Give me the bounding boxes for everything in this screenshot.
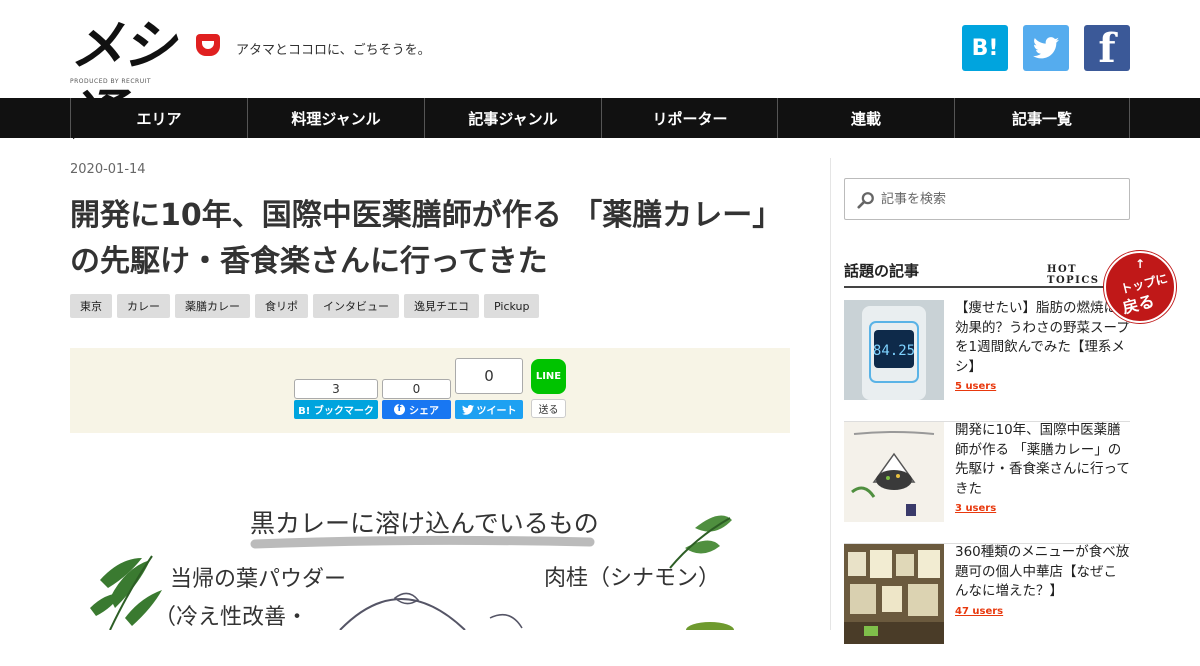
popular-item-users[interactable]: 47 users (955, 602, 1130, 622)
column-divider (830, 158, 831, 630)
tag-pickup[interactable]: Pickup (484, 294, 540, 318)
nav-item-series[interactable]: 連載 (777, 98, 954, 138)
site-logo[interactable]: メシ通 PRODUCED BY RECRUIT (70, 10, 222, 147)
popular-item-text: 開発に10年、国際中医薬膳師が作る 「薬膳カレー」の先駆け・香食楽さんに行ってき… (955, 421, 1130, 519)
curry-thumbnail (844, 422, 944, 522)
hatena-share-button[interactable]: B! ブックマーク (294, 400, 378, 419)
popular-title: 話題の記事 (844, 262, 920, 280)
hatena-bookmark-icon[interactable]: B! (962, 25, 1008, 71)
article-illustration: 黒カレーに溶け込んでいるもの 当帰の葉パウダー （冷え性改善・ 肉桂（シナモン） (70, 468, 790, 630)
twitter-count: 0 (455, 358, 523, 394)
popular-divider (844, 286, 1130, 288)
nav-item-article-list[interactable]: 記事一覧 (954, 98, 1130, 138)
popular-thumb-chinese[interactable] (844, 544, 944, 644)
article-title: 開発に10年、国際中医薬膳師が作る 「薬膳カレー」の先駆け・香食楽さんに行ってき… (70, 198, 783, 279)
illustration-left-label: 当帰の葉パウダー (170, 567, 347, 592)
tag-yakuzen-curry[interactable]: 薬膳カレー (175, 294, 250, 318)
nav-item-area[interactable]: エリア (70, 98, 247, 138)
illustration-left-label-2: （冷え性改善・ (154, 605, 309, 630)
popular-item-title[interactable]: 開発に10年、国際中医薬膳師が作る 「薬膳カレー」の先駆け・香食楽さんに行ってき… (955, 421, 1130, 499)
facebook-share-button[interactable]: f シェア (382, 400, 451, 419)
hatena-glyph: B! (971, 35, 999, 61)
popular-item-text: 【痩せたい】脂肪の燃焼に効果的？うわさの野菜スープを1週間飲んでみた【理系メシ】… (955, 299, 1130, 397)
facebook-share[interactable]: 0 f シェア (382, 379, 451, 419)
facebook-share-label: シェア (409, 406, 439, 417)
search-icon (857, 192, 874, 209)
line-send-button[interactable]: 送る (531, 399, 566, 418)
popular-item-text: 360種類のメニューが食べ放題可の個人中華店【なぜこんなに増えた？】 47 us… (955, 543, 1130, 621)
article-tags: 東京 カレー 薬膳カレー 食リポ インタビュー 逸見チエコ Pickup (70, 294, 544, 318)
twitter-bird-icon (1033, 37, 1059, 59)
logo-bowl-icon (196, 34, 220, 56)
twitter-small-icon (461, 404, 474, 415)
site-tagline: アタマとココロに、ごちそうを。 (236, 43, 431, 58)
facebook-glyph: f (1098, 24, 1116, 72)
restaurant-thumbnail (844, 544, 944, 644)
tag-tokyo[interactable]: 東京 (70, 294, 112, 318)
tag-interview[interactable]: インタビュー (313, 294, 399, 318)
hatena-share[interactable]: 3 B! ブックマーク (294, 379, 378, 419)
popular-thumb-curry[interactable] (844, 422, 944, 522)
tag-food-report[interactable]: 食リポ (255, 294, 308, 318)
tag-reporter[interactable]: 逸見チエコ (404, 294, 479, 318)
hatena-count: 3 (294, 379, 378, 399)
back-to-top-button[interactable]: ↑ トップに 戻る (1104, 251, 1176, 323)
site-header: メシ通 PRODUCED BY RECRUIT アタマとココロに、ごちそうを。 … (0, 0, 1200, 147)
search-box (844, 178, 1130, 220)
share-buttons: 3 B! ブックマーク 0 f シェア 0 ツイート LINE 送る (70, 348, 790, 433)
twitter-share-label: ツイート (476, 406, 517, 417)
nav-item-article-genre[interactable]: 記事ジャンル (424, 98, 601, 138)
facebook-small-icon: f (394, 404, 405, 415)
illustration-heading: 黒カレーに溶け込んでいるもの (250, 509, 599, 538)
line-icon[interactable]: LINE (531, 359, 566, 394)
search-input[interactable] (881, 187, 1121, 211)
popular-item-users[interactable]: 5 users (955, 377, 1130, 397)
popular-item-users[interactable]: 3 users (955, 499, 1130, 519)
twitter-share[interactable]: 0 ツイート (455, 358, 523, 419)
scale-display: 84.25 (873, 343, 915, 359)
popular-thumb-scale[interactable]: 84.25 (844, 300, 944, 400)
popular-item-title[interactable]: 360種類のメニューが食べ放題可の個人中華店【なぜこんなに増えた？】 (955, 543, 1130, 602)
popular-item-title[interactable]: 【痩せたい】脂肪の燃焼に効果的？うわさの野菜スープを1週間飲んでみた【理系メシ】 (955, 299, 1130, 377)
nav-item-reporter[interactable]: リポーター (601, 98, 778, 138)
twitter-share-button[interactable]: ツイート (455, 400, 523, 419)
facebook-count: 0 (382, 379, 451, 399)
popular-item[interactable]: 84.25 【痩せたい】脂肪の燃焼に効果的？うわさの野菜スープを1週間飲んでみた… (844, 300, 1130, 422)
logo-subtext: PRODUCED BY RECRUIT (70, 78, 152, 85)
twitter-icon[interactable] (1023, 25, 1069, 71)
article-date: 2020-01-14 (70, 162, 146, 177)
illustration-right-label: 肉桂（シナモン） (544, 566, 721, 591)
popular-item[interactable]: 360種類のメニューが食べ放題可の個人中華店【なぜこんなに増えた？】 47 us… (844, 544, 1130, 666)
scale-thumbnail: 84.25 (844, 300, 944, 400)
popular-item[interactable]: 開発に10年、国際中医薬膳師が作る 「薬膳カレー」の先駆け・香食楽さんに行ってき… (844, 422, 1130, 544)
facebook-icon[interactable]: f (1084, 24, 1130, 72)
global-nav: エリア 料理ジャンル 記事ジャンル リポーター 連載 記事一覧 (0, 98, 1200, 138)
nav-item-cuisine-genre[interactable]: 料理ジャンル (247, 98, 424, 138)
tag-curry[interactable]: カレー (117, 294, 170, 318)
